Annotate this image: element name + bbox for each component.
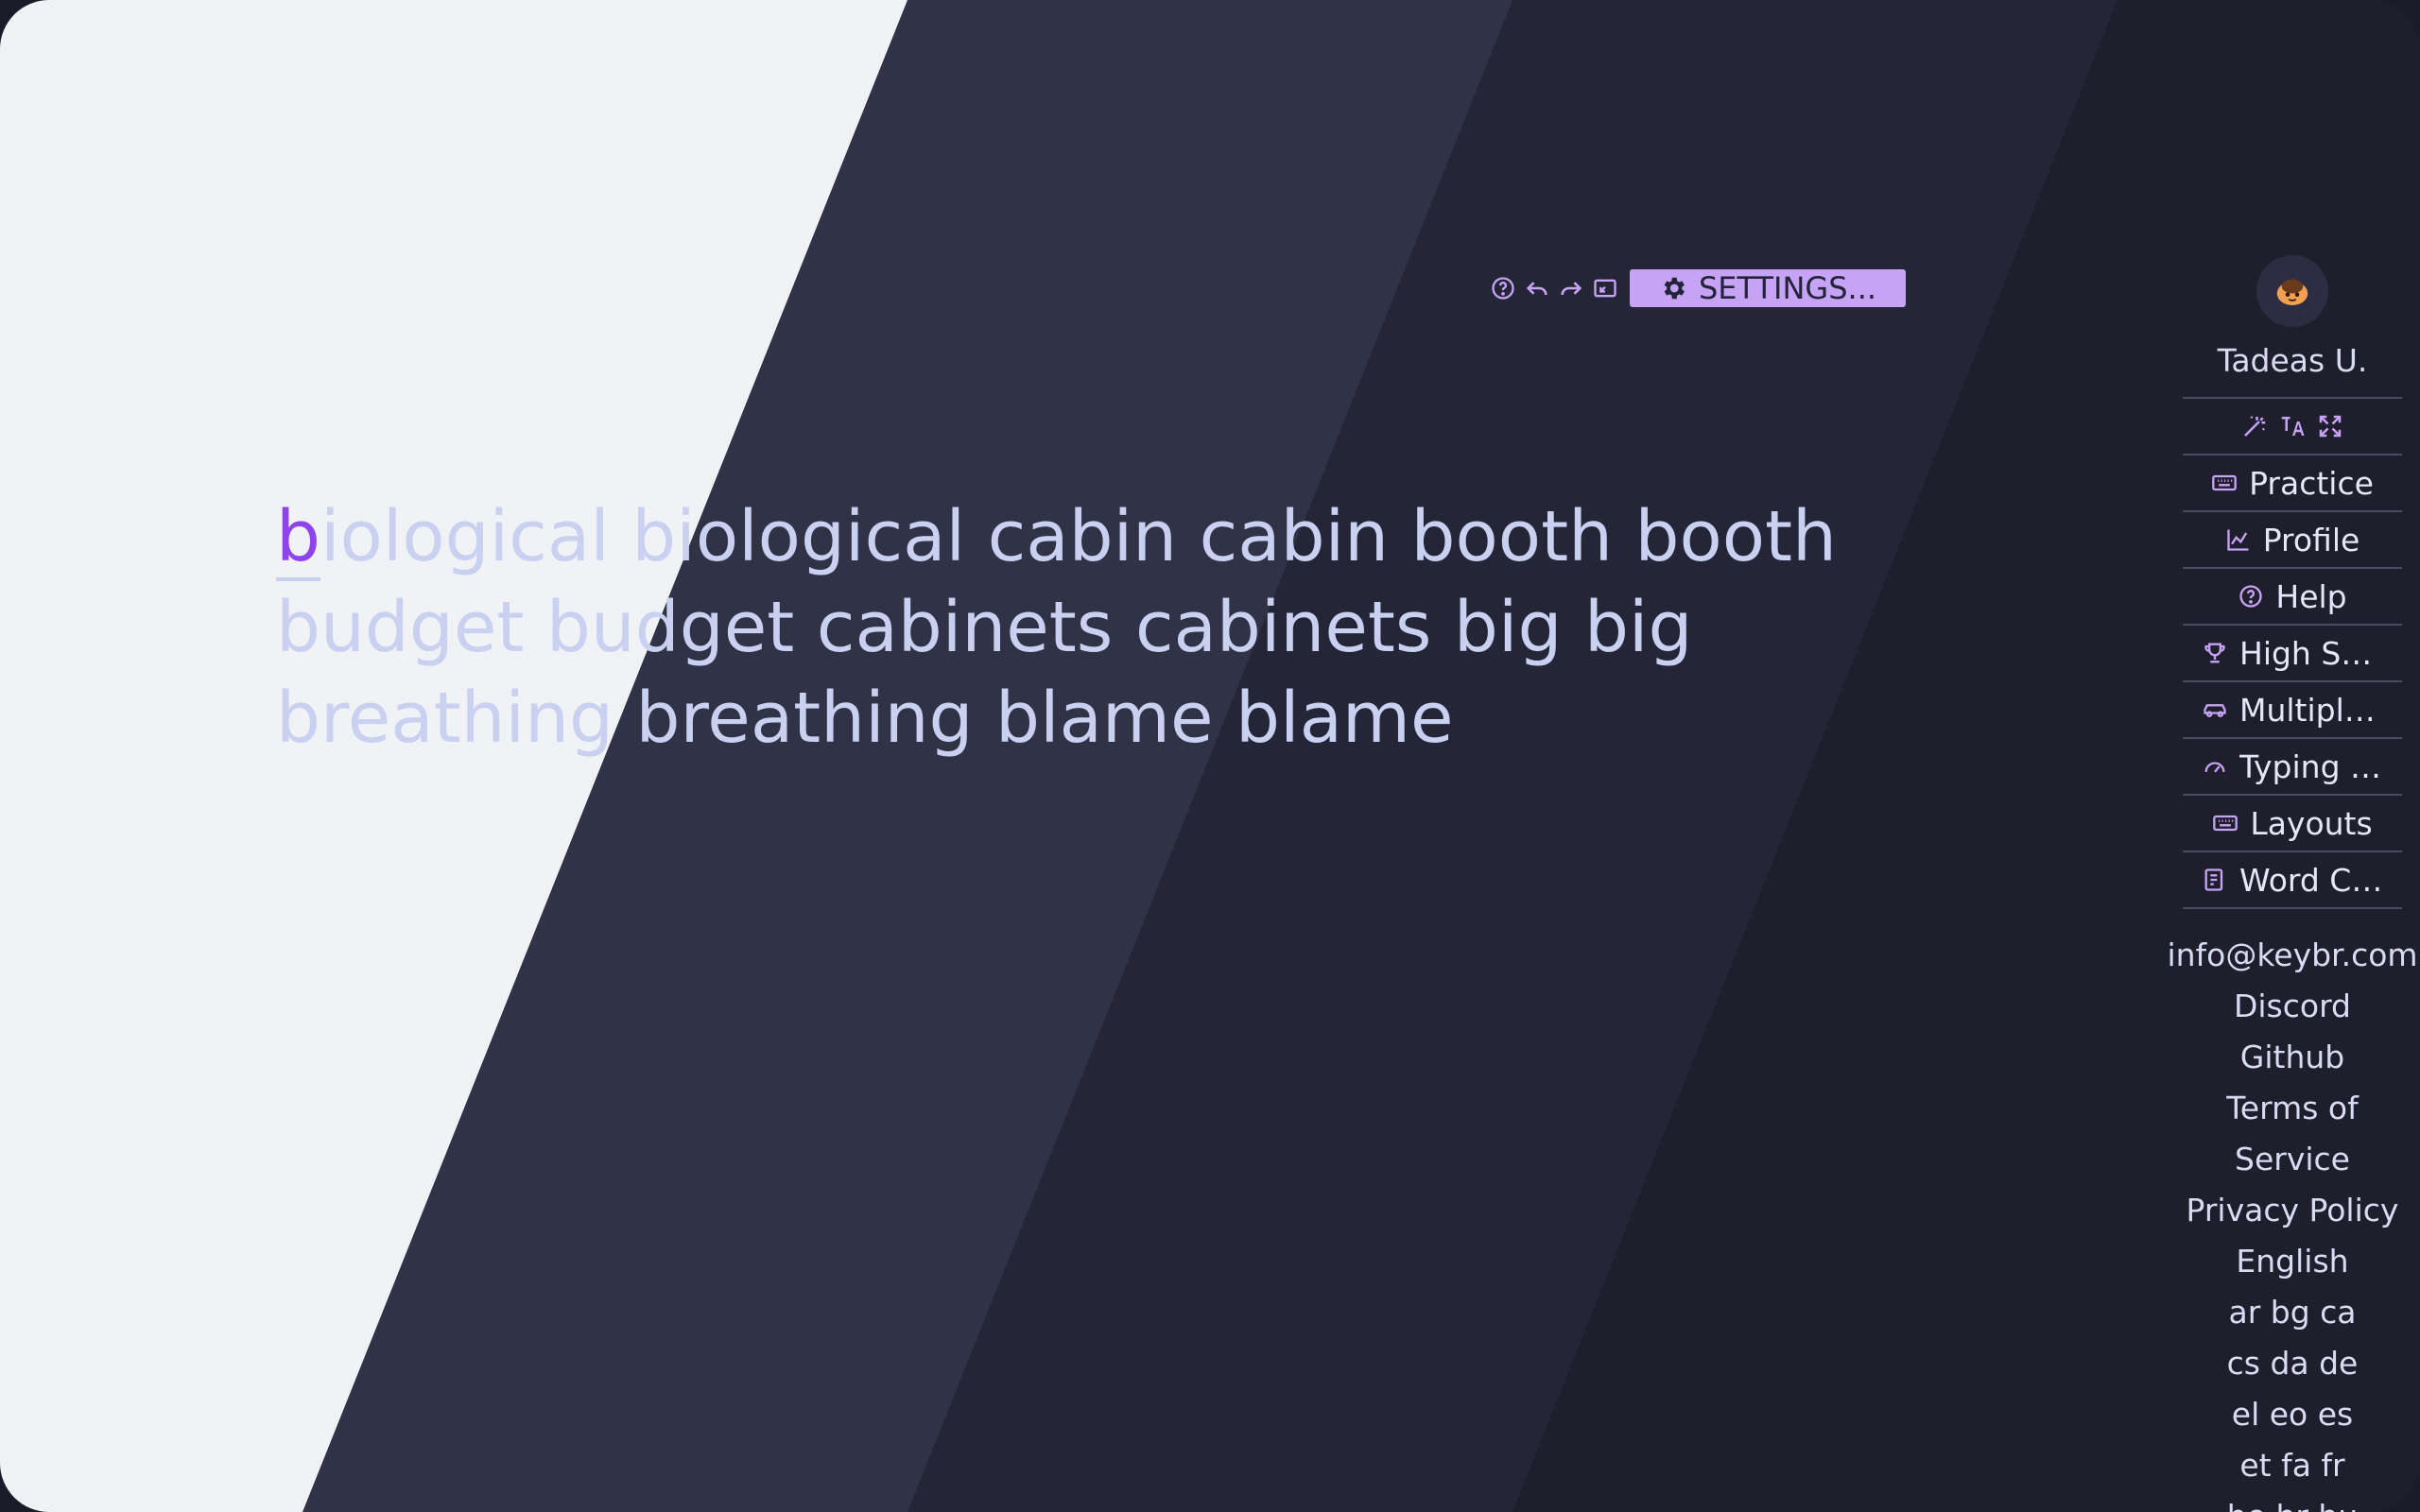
help-icon[interactable] [1486, 271, 1520, 305]
typing-toolbar: SETTINGS... [1486, 269, 1906, 307]
expand-icon[interactable] [2316, 412, 2344, 440]
nav-typing-test[interactable]: Typing Test [2183, 739, 2402, 796]
chart-icon [2225, 526, 2252, 553]
text-line-1-rest: iological biological cabin cabin booth b… [320, 496, 1837, 577]
settings-button[interactable]: SETTINGS... [1630, 269, 1906, 307]
nav-label: Profile [2262, 521, 2360, 558]
redo-icon[interactable] [1554, 271, 1588, 305]
speedometer-icon [2202, 753, 2228, 780]
language-list-3[interactable]: el eo es [2165, 1389, 2420, 1440]
github-link[interactable]: Github [2165, 1032, 2420, 1083]
terms-link-line-2[interactable]: Service [2165, 1134, 2420, 1185]
nav-label: Multiplayer [2239, 691, 2383, 729]
text-line-3: breathing breathing blame blame [276, 678, 1454, 759]
document-icon [2202, 867, 2228, 893]
trophy-icon [2202, 640, 2228, 666]
typing-text-area[interactable]: biological biological cabin cabin booth … [276, 491, 1837, 764]
language-list-5[interactable]: he hr hu [2165, 1491, 2420, 1512]
nav-word-count[interactable]: Word Count [2183, 852, 2402, 909]
quick-tools [2183, 399, 2402, 455]
font-size-icon[interactable] [2278, 412, 2307, 440]
nav-layouts[interactable]: Layouts [2183, 796, 2402, 852]
keyboard-icon [2212, 810, 2238, 836]
undo-icon[interactable] [1520, 271, 1554, 305]
nav-label: Typing Test [2239, 747, 2383, 785]
nav-label: Help [2275, 577, 2347, 615]
nav-profile[interactable]: Profile [2183, 512, 2402, 569]
nav-help[interactable]: Help [2183, 569, 2402, 626]
help-icon [2238, 583, 2264, 610]
nav-multiplayer[interactable]: Multiplayer [2183, 682, 2402, 739]
nav-label: Practice [2249, 464, 2374, 502]
user-avatar-icon [2276, 279, 2308, 305]
car-icon [2202, 696, 2228, 723]
email-link[interactable]: info@keybr.com [2165, 930, 2420, 981]
nav-label: Layouts [2250, 804, 2373, 842]
cursor-character: b [276, 496, 320, 581]
gear-icon [1664, 277, 1685, 300]
nav-label: High Scores [2239, 634, 2383, 672]
text-line-1: biological biological cabin cabin booth … [276, 491, 1837, 582]
user-name[interactable]: Tadeas U. [2218, 338, 2368, 384]
language-list-1[interactable]: ar bg ca [2165, 1287, 2420, 1338]
footer-links: info@keybr.com Discord Github Terms of S… [2165, 930, 2420, 1512]
avatar[interactable] [2256, 255, 2328, 327]
text-line-2: budget budget cabinets cabinets big big [276, 587, 1693, 668]
nav-high-scores[interactable]: High Scores [2183, 626, 2402, 682]
privacy-link[interactable]: Privacy Policy [2165, 1185, 2420, 1236]
keyboard-icon [2211, 470, 2238, 496]
language-current[interactable]: English [2165, 1236, 2420, 1287]
terms-link-line-1[interactable]: Terms of [2165, 1083, 2420, 1134]
settings-label: SETTINGS... [1698, 270, 1877, 306]
discord-link[interactable]: Discord [2165, 981, 2420, 1032]
nav-practice[interactable]: Practice [2183, 455, 2402, 512]
nav-label: Word Count [2239, 861, 2383, 899]
sidebar-nav: Practice Profile Help High Scores Multip… [2183, 397, 2402, 909]
sidebar: Tadeas U. Practice Profile Help High Sco… [2165, 255, 2420, 1512]
fullscreen-icon[interactable] [1588, 271, 1622, 305]
language-list-2[interactable]: cs da de [2165, 1338, 2420, 1389]
language-list-4[interactable]: et fa fr [2165, 1440, 2420, 1491]
app-window: SETTINGS... biological biological cabin … [0, 0, 2420, 1512]
magic-wand-icon[interactable] [2240, 412, 2269, 440]
